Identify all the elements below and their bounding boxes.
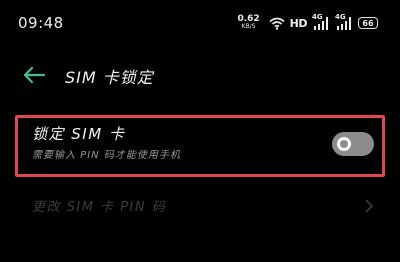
lock-sim-title: 锁定 SIM 卡 (32, 125, 126, 143)
page-title: SIM 卡锁定 (65, 68, 154, 87)
status-time: 09:48 (18, 14, 64, 32)
lock-sim-toggle[interactable] (332, 132, 374, 156)
back-arrow-icon[interactable] (22, 65, 46, 85)
network-speed-unit: KB/S (241, 23, 256, 30)
change-pin-label: 更改 SIM 卡 PIN 码 (32, 200, 167, 215)
signal-bars-icon (314, 17, 328, 30)
signal-2: 4G (335, 13, 353, 30)
status-bar: 09:48 0.62 KB/S HD 4G 4G 66 (0, 0, 400, 44)
wifi-icon (269, 17, 285, 30)
battery-icon: 66 (358, 17, 378, 29)
toggle-knob (337, 137, 351, 151)
signal-1: 4G (312, 13, 330, 30)
hd-voice-indicator: HD (289, 16, 308, 30)
signal-bars-icon (337, 17, 351, 30)
network-speed: 0.62 KB/S (237, 15, 259, 31)
chevron-right-icon (365, 199, 374, 213)
lock-sim-subtitle: 需要输入 PIN 码才能使用手机 (32, 150, 181, 161)
page-header: SIM 卡锁定 (0, 58, 400, 92)
battery-level: 66 (362, 18, 374, 28)
network-speed-value: 0.62 (237, 14, 260, 24)
status-icons: 0.62 KB/S HD 4G 4G 66 (237, 13, 378, 33)
